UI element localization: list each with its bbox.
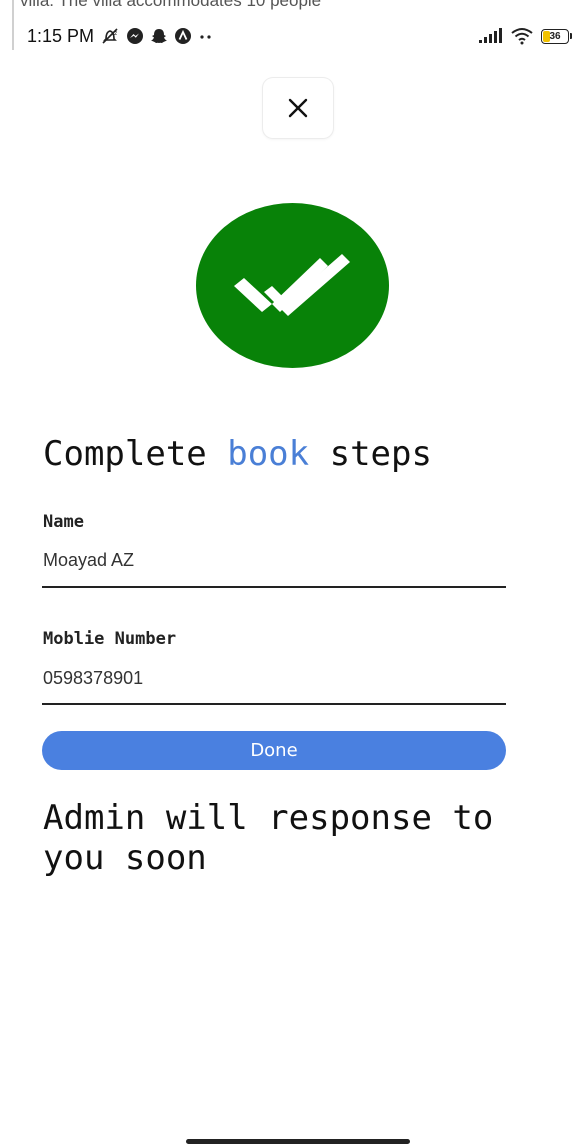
name-field[interactable] xyxy=(43,550,505,571)
svg-text:z: z xyxy=(114,30,117,37)
mobile-label: Moblie Number xyxy=(43,629,177,649)
mobile-number-field[interactable] xyxy=(43,668,505,689)
battery-icon: 36 xyxy=(541,28,572,44)
mobile-field-underline xyxy=(42,703,506,705)
double-check-icon xyxy=(228,246,358,326)
home-indicator[interactable] xyxy=(186,1139,410,1144)
done-button[interactable]: Done xyxy=(42,731,506,770)
close-icon xyxy=(287,97,309,119)
overlay-text: villa. The villa accommodates 10 people xyxy=(20,0,322,10)
success-circle xyxy=(196,203,389,368)
status-icons-right: 36 xyxy=(479,27,572,45)
silent-mode-icon: z xyxy=(100,27,120,45)
app-a-icon xyxy=(174,27,192,45)
wifi-icon xyxy=(511,27,533,45)
status-time: 1:15 PM xyxy=(27,25,95,46)
name-field-underline xyxy=(42,586,506,588)
messenger-icon xyxy=(126,27,144,45)
left-edge-bar xyxy=(12,0,14,50)
close-button[interactable] xyxy=(263,78,333,138)
snapchat-icon xyxy=(150,27,168,45)
page-title: Complete book steps xyxy=(43,434,432,474)
name-label: Name xyxy=(43,512,84,532)
admin-response-message: Admin will response to you soon xyxy=(43,798,494,878)
more-dots-icon xyxy=(198,27,214,45)
status-icons-left: z xyxy=(100,27,214,45)
battery-level: 36 xyxy=(549,30,561,42)
title-part-2: steps xyxy=(309,434,432,474)
title-accent-word: book xyxy=(227,434,310,474)
cellular-signal-icon xyxy=(479,28,503,44)
title-part-1: Complete xyxy=(43,434,228,474)
status-bar: 1:15 PM z 36 xyxy=(27,20,572,52)
